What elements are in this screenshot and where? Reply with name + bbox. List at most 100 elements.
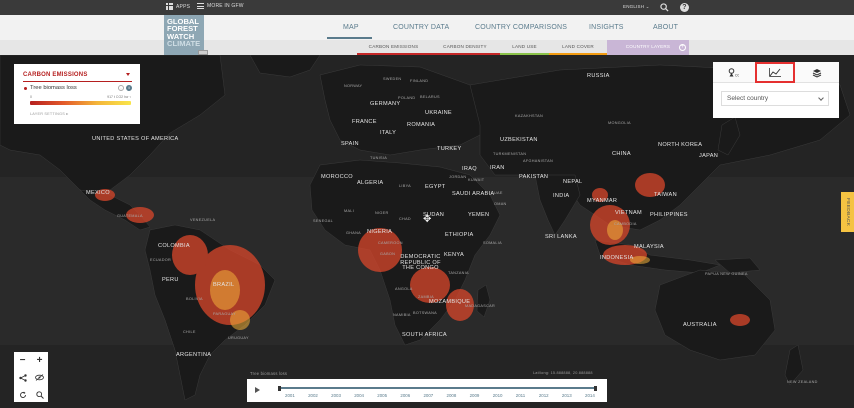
- nav-country-comparisons[interactable]: COUNTRY COMPARISONS: [475, 24, 567, 31]
- layer-legend-panel: CARBON EMISSIONS Tree biomass loss ◌ i 0…: [14, 64, 140, 124]
- map-label: OMAN: [494, 202, 507, 206]
- nav-country-data[interactable]: COUNTRY DATA: [393, 24, 449, 31]
- tab-charts[interactable]: [755, 62, 795, 83]
- map-label: NIGERIA: [367, 229, 393, 235]
- toggle-visibility-button[interactable]: [31, 369, 48, 386]
- map-label: SOUTH AFRICA: [402, 332, 447, 338]
- timeline-year[interactable]: 2011: [516, 393, 525, 398]
- apps-grid-icon: [166, 3, 173, 10]
- tab-carbon-emissions[interactable]: CARBON EMISSIONS: [357, 40, 430, 55]
- chevron-right-icon: ▸: [66, 112, 69, 116]
- legend-layer-name: Tree biomass loss: [30, 85, 77, 91]
- map-label: EGYPT: [425, 184, 446, 190]
- timeline-year[interactable]: 2003: [331, 393, 341, 398]
- map-label: IRAQ: [462, 166, 477, 172]
- map-label: BELARUS: [420, 95, 440, 99]
- nav-about[interactable]: ABOUT: [653, 24, 678, 31]
- layer-settings-label: LAYER SETTINGS: [30, 112, 66, 116]
- gfw-climate-logo[interactable]: GLOBAL FOREST WATCH CLIMATE: [164, 15, 208, 55]
- tab-label: CARBON DENSITY: [443, 44, 487, 49]
- map-label: TAIWAN: [654, 192, 677, 198]
- map-label: PARAGUAY: [213, 312, 236, 316]
- timeline-year[interactable]: 2002: [308, 393, 318, 398]
- collapse-caret-icon[interactable]: [126, 73, 130, 76]
- timeline-start-handle[interactable]: [278, 385, 281, 391]
- map-label: CAMEROON: [378, 241, 403, 245]
- add-icon[interactable]: +: [679, 44, 686, 51]
- help-icon[interactable]: ?: [680, 3, 689, 12]
- tab-analysis[interactable]: CO: [713, 62, 753, 83]
- map-label: FRANCE: [352, 119, 377, 125]
- map-label: SOMALIA: [483, 241, 502, 245]
- language-selector[interactable]: ENGLISH ⌄: [623, 4, 650, 10]
- map-label: TURKMENISTAN: [493, 152, 527, 156]
- search-location-button[interactable]: [31, 386, 48, 403]
- analysis-pin-icon: CO: [728, 68, 739, 77]
- tab-country-layers[interactable]: COUNTRY LAYERS +: [607, 40, 689, 55]
- map-label: KUWAIT: [468, 178, 485, 182]
- timeline-year[interactable]: 2006: [400, 393, 410, 398]
- map-label: TUNISIA: [370, 156, 388, 160]
- timeline-year[interactable]: 2012: [539, 393, 549, 398]
- nav-insights[interactable]: INSIGHTS: [589, 24, 624, 31]
- zoom-in-button[interactable]: +: [31, 352, 48, 369]
- timeline-end-handle[interactable]: [594, 385, 597, 391]
- map-label: IRAN: [490, 165, 505, 171]
- nav-map[interactable]: MAP: [343, 24, 359, 31]
- map-label: NIGER: [375, 211, 389, 215]
- map-label: GERMANY: [370, 101, 401, 107]
- legend-divider: [23, 81, 132, 82]
- timeline-year[interactable]: 2007: [423, 393, 433, 398]
- tab-land-cover[interactable]: LAND COVER: [549, 40, 607, 55]
- info-icon[interactable]: i: [126, 85, 132, 91]
- map-label: TURKEY: [437, 146, 462, 152]
- timeline-year[interactable]: 2004: [354, 393, 364, 398]
- apps-menu[interactable]: APPS: [166, 3, 190, 10]
- map-label: AFGHANISTAN: [523, 159, 554, 163]
- timeline-year[interactable]: 2013: [562, 393, 572, 398]
- play-button[interactable]: [255, 387, 260, 393]
- tab-layers[interactable]: [797, 62, 837, 83]
- map-label: PERU: [162, 277, 179, 283]
- map-label: UNITED STATES OF AMERICA: [92, 136, 179, 142]
- more-in-gfw-menu[interactable]: MORE IN GFW: [197, 3, 244, 9]
- tab-land-use[interactable]: LAND USE: [500, 40, 549, 55]
- layers-icon: [812, 68, 822, 78]
- timeline-track[interactable]: [280, 387, 596, 389]
- map-label: ROMANIA: [407, 122, 436, 128]
- map-label: KENYA: [444, 252, 465, 258]
- timeline-year[interactable]: 2001: [285, 393, 295, 398]
- timeline-year[interactable]: 2009: [470, 393, 480, 398]
- map-label: GABON: [380, 252, 396, 256]
- zoom-out-button[interactable]: −: [14, 352, 31, 369]
- search-icon: [35, 390, 44, 399]
- tab-label: LAND COVER: [562, 44, 594, 49]
- layer-color-dot: [24, 87, 27, 90]
- logo-line-4: CLIMATE: [167, 39, 201, 49]
- map-label: MALI: [344, 209, 355, 213]
- timeline-year[interactable]: 2014: [585, 393, 595, 398]
- menu-icon: [197, 3, 204, 9]
- country-select[interactable]: Select country: [721, 91, 829, 106]
- reset-view-button[interactable]: [14, 386, 31, 403]
- layer-toggle-icon[interactable]: ◌: [118, 85, 124, 91]
- map-label: MADAGASCAR: [465, 304, 496, 308]
- map-cursor-icon: ✥: [423, 214, 432, 225]
- share-button[interactable]: [14, 369, 31, 386]
- lat-long-readout: Lat/long: 15.888888, 20.888888: [533, 371, 593, 375]
- timeline-year[interactable]: 2008: [447, 393, 457, 398]
- map-label: INDONESIA: [600, 255, 634, 261]
- map-label: ARGENTINA: [176, 352, 212, 358]
- map-label: URUGUAY: [228, 336, 249, 340]
- feedback-tab[interactable]: FEEDBACK: [841, 192, 854, 232]
- map-label: PAKISTAN: [519, 174, 549, 180]
- timeline-year[interactable]: 2010: [493, 393, 503, 398]
- layer-settings-link[interactable]: LAYER SETTINGS ▸: [30, 111, 68, 116]
- timeline-year[interactable]: 2005: [377, 393, 387, 398]
- search-icon[interactable]: [660, 3, 669, 12]
- apps-label: APPS: [176, 3, 191, 10]
- top-app-bar: APPS MORE IN GFW ENGLISH ⌄ ?: [0, 0, 854, 15]
- tab-carbon-density[interactable]: CARBON DENSITY: [430, 40, 500, 55]
- map-label: JORDAN: [449, 175, 467, 179]
- map-label: GHANA: [346, 231, 362, 235]
